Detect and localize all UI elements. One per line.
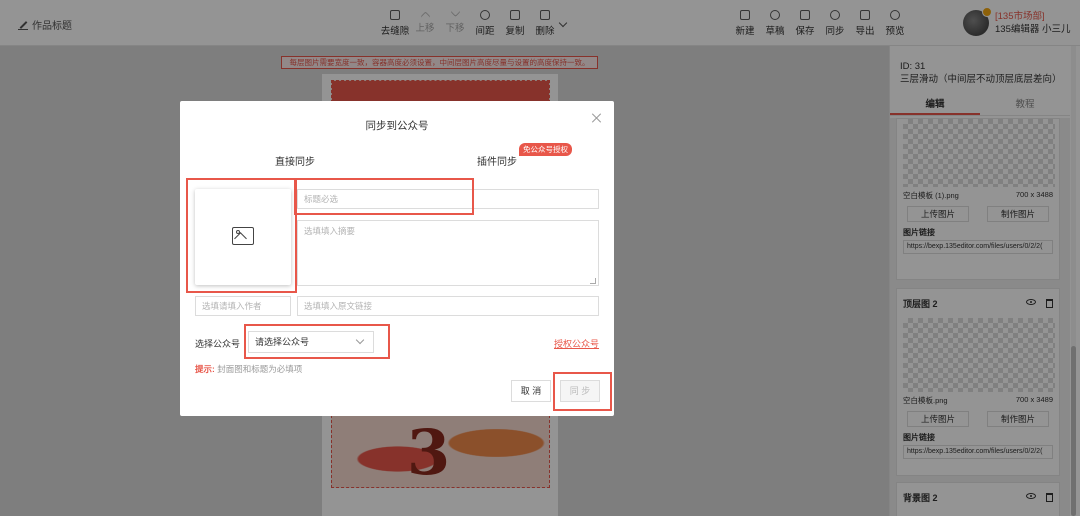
cover-image-upload[interactable] <box>195 189 291 285</box>
summary-input[interactable] <box>297 220 599 286</box>
chevron-down-icon <box>355 335 365 345</box>
close-icon[interactable] <box>591 112 603 124</box>
image-icon <box>232 227 254 245</box>
authorize-account-link[interactable]: 授权公众号 <box>554 337 599 350</box>
sync-submit-button[interactable]: 同 步 <box>560 380 600 402</box>
account-select-label: 选择公众号 <box>195 339 241 349</box>
source-link-input[interactable] <box>297 296 599 316</box>
resize-handle-icon[interactable] <box>590 278 596 284</box>
sync-dialog: 同步到公众号 直接同步 插件同步 免公众号授权 选择公众号 请选择公众号 授权公… <box>180 101 614 416</box>
author-input[interactable] <box>195 296 291 316</box>
title-input[interactable] <box>297 189 599 209</box>
account-select[interactable]: 请选择公众号 <box>248 331 374 353</box>
dialog-title: 同步到公众号 <box>365 120 429 132</box>
required-tip: 提示: 封面图和标题为必填项 <box>195 364 303 374</box>
account-select-value: 请选择公众号 <box>255 337 310 347</box>
tab-plugin-sync[interactable]: 插件同步 <box>477 153 517 168</box>
no-auth-badge: 免公众号授权 <box>519 143 572 156</box>
tab-direct-sync[interactable]: 直接同步 <box>275 153 315 168</box>
cancel-button[interactable]: 取 消 <box>511 380 551 402</box>
